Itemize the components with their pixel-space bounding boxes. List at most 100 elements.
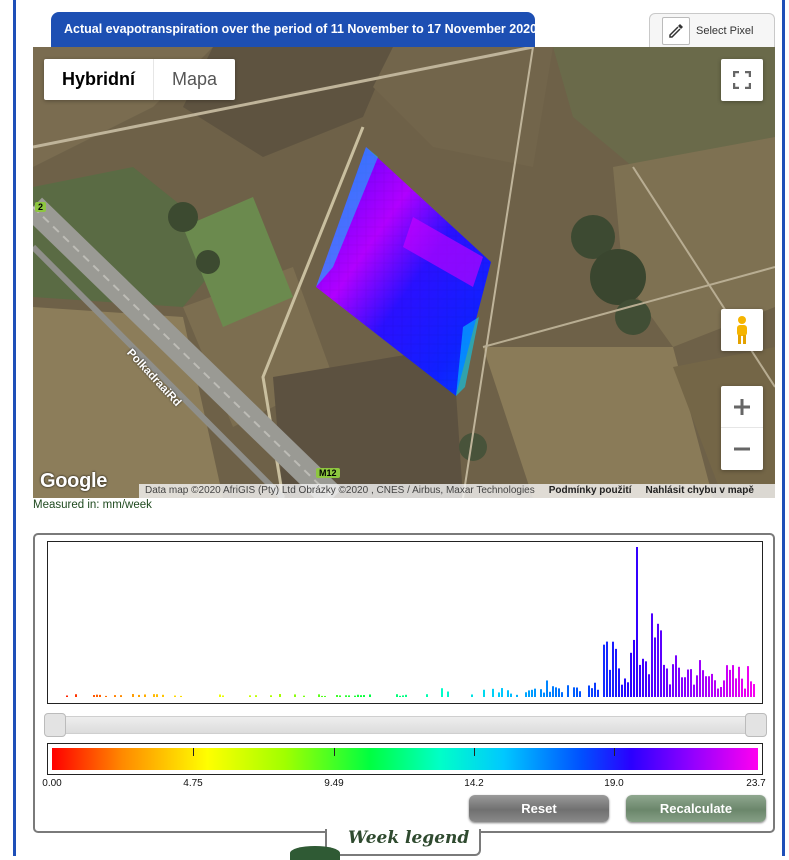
histogram-bar bbox=[132, 694, 134, 697]
histogram-bar bbox=[573, 687, 575, 697]
histogram-bar bbox=[447, 691, 449, 697]
histogram-bar bbox=[354, 695, 356, 697]
map-type-hybrid-tab[interactable]: Hybridní bbox=[44, 59, 155, 100]
histogram-bar bbox=[318, 694, 320, 697]
range-slider-max-handle[interactable] bbox=[745, 713, 767, 737]
histogram-bar bbox=[591, 688, 593, 697]
color-gradient bbox=[52, 748, 758, 770]
report-error-link[interactable]: Nahlásit chybu v mapě bbox=[646, 484, 754, 498]
histogram-bar bbox=[630, 652, 632, 697]
histogram-bar bbox=[603, 644, 605, 697]
histogram-bar bbox=[693, 684, 695, 697]
map-type-control: Hybridní Mapa bbox=[44, 59, 236, 100]
histogram-bar bbox=[624, 678, 626, 697]
histogram-bars bbox=[66, 547, 755, 697]
fullscreen-icon bbox=[733, 71, 751, 89]
histogram-bar bbox=[642, 658, 644, 697]
zoom-out-button[interactable] bbox=[721, 428, 763, 470]
histogram-bar bbox=[627, 682, 629, 697]
histogram-bar bbox=[507, 690, 509, 697]
histogram-bar bbox=[93, 695, 95, 697]
histogram-bar bbox=[579, 691, 581, 697]
histogram-bar bbox=[657, 623, 659, 697]
histogram-bar bbox=[324, 695, 326, 697]
histogram-bar bbox=[552, 686, 554, 697]
histogram-bar bbox=[597, 689, 599, 697]
week-legend-label: Week legend bbox=[348, 828, 470, 848]
histogram-bar bbox=[138, 694, 140, 697]
histogram-bar bbox=[294, 694, 296, 697]
histogram-bar bbox=[555, 687, 557, 697]
map-type-map-tab[interactable]: Mapa bbox=[154, 59, 235, 100]
histogram-bar bbox=[726, 665, 728, 697]
histogram-bar bbox=[735, 678, 737, 697]
histogram-bar bbox=[747, 666, 749, 697]
histogram-bar bbox=[534, 688, 536, 697]
histogram-bar bbox=[114, 695, 116, 697]
frame-border-left bbox=[13, 0, 16, 856]
histogram-bar bbox=[360, 695, 362, 697]
recalculate-button[interactable]: Recalculate bbox=[626, 795, 766, 822]
histogram-bar bbox=[249, 695, 251, 697]
histogram-bar bbox=[255, 695, 257, 697]
histogram-bar bbox=[702, 670, 704, 697]
satellite-map[interactable]: Hybridní Mapa PolkadraaiRd 2 M12 Google … bbox=[33, 47, 775, 498]
histogram-bar bbox=[663, 664, 665, 697]
histogram-bar bbox=[576, 687, 578, 697]
histogram-bar bbox=[396, 694, 398, 697]
legend-tick-label: 0.00 bbox=[42, 778, 62, 789]
histogram-bar bbox=[711, 673, 713, 697]
select-pixel-button[interactable]: Select Pixel bbox=[649, 13, 775, 48]
map-title-tab: Actual evapotranspiration over the perio… bbox=[51, 12, 537, 47]
terms-link[interactable]: Podmínky použití bbox=[549, 484, 632, 498]
histogram-bar bbox=[558, 688, 560, 697]
route-shield-2: 2 bbox=[35, 202, 47, 212]
histogram-bar bbox=[483, 689, 485, 697]
histogram-bar bbox=[492, 688, 494, 697]
histogram-bar bbox=[723, 680, 725, 697]
histogram-bar bbox=[612, 641, 614, 697]
frame-border-right bbox=[782, 0, 785, 856]
leaf-logo-icon bbox=[290, 846, 340, 860]
google-logo[interactable]: Google bbox=[40, 470, 107, 493]
histogram-bar bbox=[696, 675, 698, 697]
histogram-bar bbox=[660, 630, 662, 697]
histogram-bar bbox=[750, 681, 752, 697]
histogram-bar bbox=[471, 694, 473, 697]
range-slider-track[interactable] bbox=[45, 716, 766, 734]
histogram-bar bbox=[633, 639, 635, 697]
fullscreen-button[interactable] bbox=[721, 59, 763, 101]
legend-tick bbox=[474, 748, 475, 756]
map-imagery bbox=[33, 47, 775, 498]
histogram-bar bbox=[741, 678, 743, 697]
range-slider-min-handle[interactable] bbox=[44, 713, 66, 737]
histogram-bar bbox=[321, 695, 323, 697]
histogram-bar bbox=[690, 669, 692, 697]
histogram-bar bbox=[270, 695, 272, 697]
histogram-bar bbox=[546, 680, 548, 697]
zoom-in-button[interactable] bbox=[721, 387, 763, 428]
histogram-bar bbox=[567, 685, 569, 697]
histogram-bar bbox=[303, 695, 305, 697]
histogram-bar bbox=[588, 685, 590, 697]
histogram-bar bbox=[120, 695, 122, 697]
legend-tick-label: 19.0 bbox=[604, 778, 624, 789]
legend-tick-label: 4.75 bbox=[183, 778, 203, 789]
histogram-chart bbox=[47, 541, 763, 704]
histogram-bar bbox=[405, 694, 407, 697]
reset-button[interactable]: Reset bbox=[469, 795, 609, 822]
histogram-bar bbox=[738, 666, 740, 697]
histogram-bar bbox=[222, 695, 224, 697]
histogram-bar bbox=[510, 693, 512, 697]
histogram-bar bbox=[501, 688, 503, 697]
histogram-bar bbox=[531, 689, 533, 697]
histogram-bar bbox=[645, 661, 647, 697]
color-legend-bar bbox=[47, 743, 763, 775]
histogram-bar bbox=[717, 688, 719, 697]
legend-tick-label: 14.2 bbox=[464, 778, 484, 789]
histogram-bar bbox=[672, 664, 674, 697]
street-view-button[interactable] bbox=[721, 309, 763, 351]
legend-tick bbox=[614, 748, 615, 756]
legend-tick bbox=[193, 748, 194, 756]
histogram-bar bbox=[678, 667, 680, 697]
